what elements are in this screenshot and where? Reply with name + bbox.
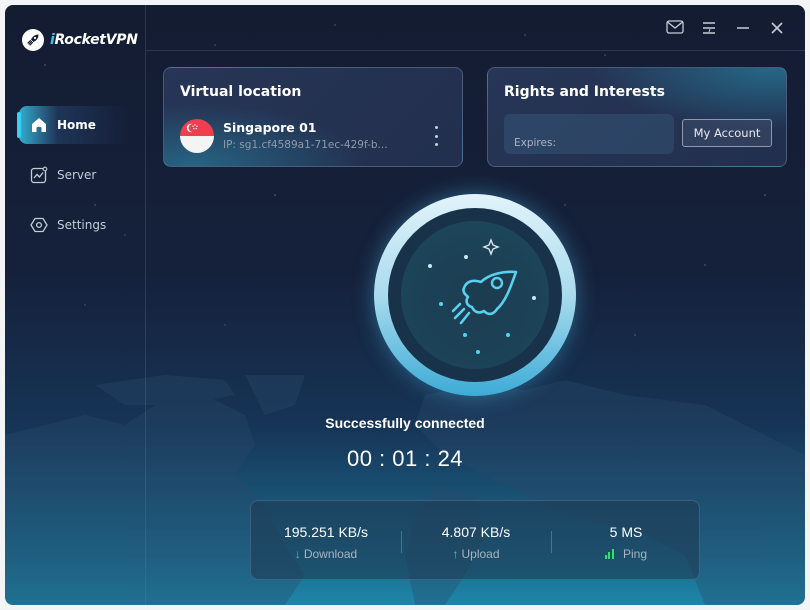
connect-button[interactable] [374, 194, 576, 396]
arrow-up-icon: ↑ [452, 547, 459, 561]
download-value: 195.251 KB/s [283, 524, 369, 540]
sidebar-item-label: Settings [57, 218, 107, 232]
close-icon [770, 20, 784, 39]
stats-panel: 195.251 KB/s ↓ Download 4.807 KB/s ↑ Upl… [250, 500, 700, 580]
rocket-logo-icon [22, 29, 44, 51]
signal-bars-icon [604, 549, 614, 559]
upload-label: Upload [461, 547, 500, 561]
ping-label-row: Ping [551, 547, 701, 561]
upload-stat: 4.807 KB/s ↑ Upload [401, 501, 551, 581]
download-label: Download [303, 547, 358, 561]
rocket-icon [428, 238, 536, 354]
rights-card: Rights and Interests Expires: My Account [487, 67, 787, 167]
sidebar: iRocketVPN Home Server Settings [5, 5, 145, 605]
upload-label-row: ↑ Upload [401, 547, 551, 561]
dot [434, 143, 438, 146]
mail-button[interactable] [664, 18, 686, 40]
sidebar-item-server[interactable]: Server [19, 156, 129, 194]
app-name-rest: RocketVPN [54, 32, 138, 48]
app-window: iRocketVPN Home Server Settings Virtual … [5, 5, 805, 605]
sidebar-item-label: Home [57, 118, 96, 132]
card-title: Rights and Interests [504, 84, 665, 100]
home-icon [29, 115, 49, 135]
dot [434, 134, 438, 138]
connection-timer: 00 : 01 : 24 [346, 446, 464, 471]
settings-icon [29, 215, 49, 235]
server-name: Singapore 01 [223, 120, 317, 135]
sidebar-item-label: Server [57, 168, 97, 182]
expires-label: Expires: [514, 137, 556, 149]
arrow-down-icon: ↓ [294, 547, 301, 561]
dot [434, 126, 438, 129]
sidebar-item-settings[interactable]: Settings [19, 206, 129, 244]
menu-icon [701, 20, 717, 39]
minimize-button[interactable] [732, 18, 754, 40]
titlebar-divider [146, 50, 805, 51]
sidebar-item-home[interactable]: Home [17, 106, 129, 144]
app-logo: iRocketVPN [22, 29, 138, 51]
ping-label: Ping [622, 547, 648, 561]
expires-box: Expires: [504, 114, 674, 154]
more-options-button[interactable] [430, 126, 442, 146]
app-name: iRocketVPN [50, 32, 138, 48]
ping-stat: 5 MS Ping [551, 501, 701, 581]
virtual-location-card[interactable]: Virtual location Singapore 01 IP: sg1.cf… [163, 67, 463, 167]
download-stat: 195.251 KB/s ↓ Download [251, 501, 401, 581]
minimize-icon [735, 20, 751, 39]
card-title: Virtual location [180, 84, 302, 100]
server-ip: IP: sg1.cf4589a1-71ec-429f-b... [223, 139, 388, 151]
mail-icon [666, 19, 684, 39]
close-button[interactable] [766, 18, 788, 40]
my-account-button[interactable]: My Account [682, 119, 772, 147]
connection-status: Successfully connected [325, 415, 485, 431]
menu-button[interactable] [698, 18, 720, 40]
download-label-row: ↓ Download [251, 547, 401, 561]
chart-icon [29, 165, 49, 185]
sidebar-divider [145, 5, 146, 605]
upload-value: 4.807 KB/s [441, 524, 511, 540]
singapore-flag-icon [180, 119, 214, 153]
ping-value: 5 MS [609, 524, 643, 540]
